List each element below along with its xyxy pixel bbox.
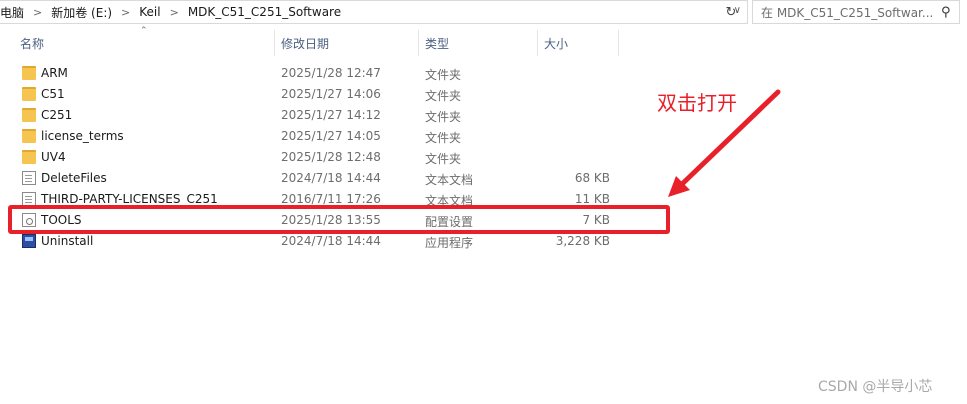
watermark: CSDN @半导小芯 xyxy=(818,379,933,395)
annotation-arrow-icon xyxy=(668,89,781,197)
